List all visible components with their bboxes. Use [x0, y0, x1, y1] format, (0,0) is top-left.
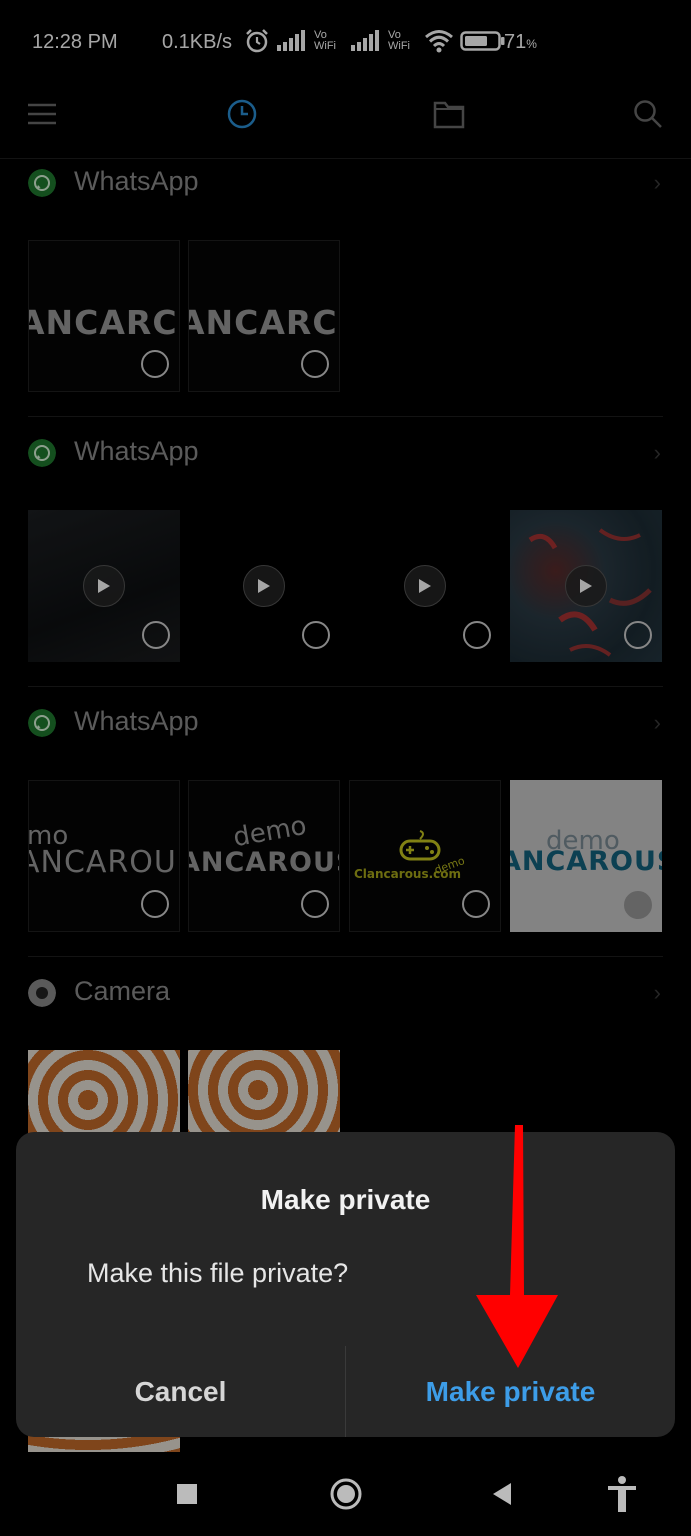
accessibility-icon[interactable] [602, 1474, 642, 1514]
make-private-dialog: Make private Make this file private? Can… [16, 1132, 675, 1437]
annotation-arrow-icon [476, 1125, 558, 1368]
cancel-button[interactable]: Cancel [16, 1346, 345, 1437]
dialog-message: Make this file private? [87, 1258, 349, 1288]
back-triangle-icon[interactable] [482, 1474, 522, 1514]
navigation-bar [0, 1452, 691, 1536]
home-circle-icon[interactable] [326, 1474, 366, 1514]
dialog-title: Make private [260, 1184, 431, 1215]
recents-square-icon[interactable] [167, 1474, 207, 1514]
